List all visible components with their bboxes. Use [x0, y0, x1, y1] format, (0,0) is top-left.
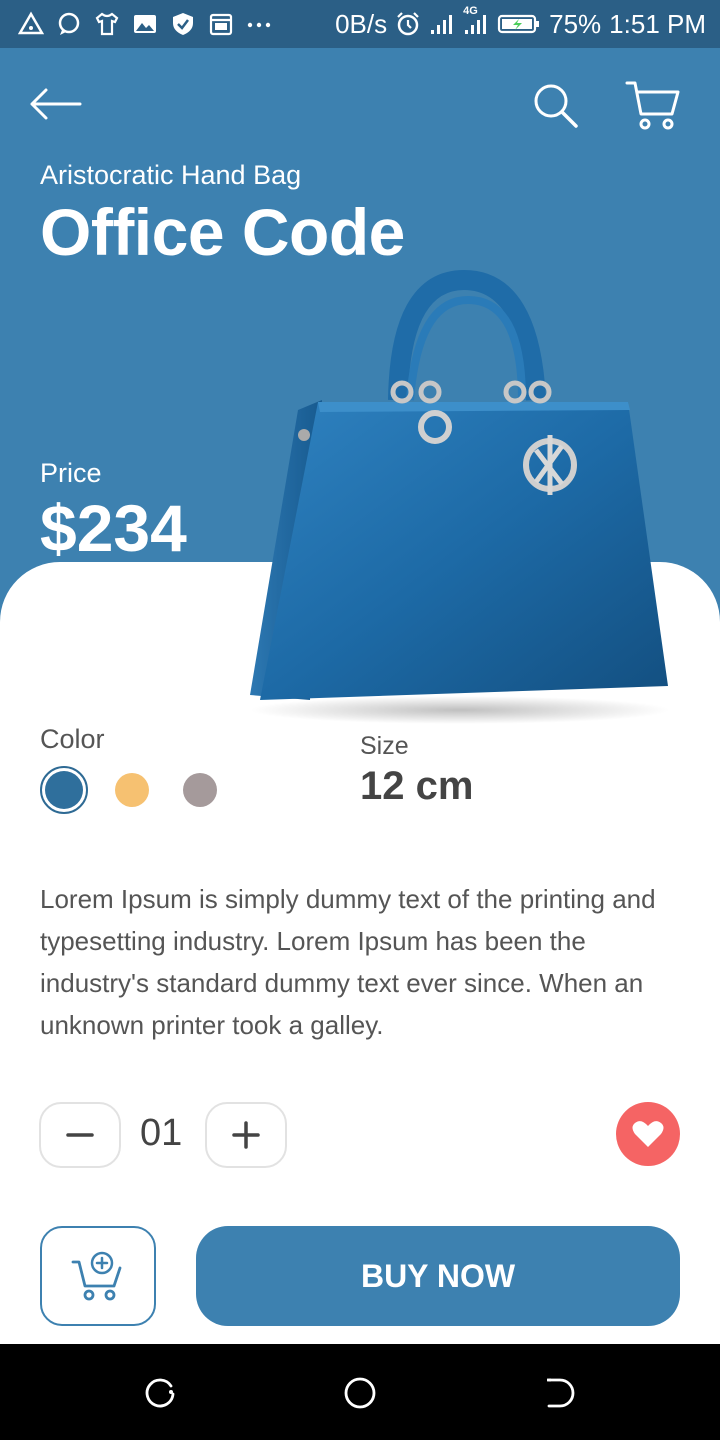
product-title: Office Code — [40, 195, 405, 269]
warning-icon — [17, 11, 45, 37]
recents-button[interactable] — [143, 1376, 177, 1410]
signal-icon — [429, 11, 455, 37]
add-to-cart-button[interactable] — [40, 1226, 156, 1326]
signal-4g-icon: 4G — [463, 5, 489, 37]
cart-add-icon — [71, 1251, 122, 1301]
product-subtitle: Aristocratic Hand Bag — [40, 160, 302, 190]
more-icon — [246, 11, 272, 37]
color-swatch-blue[interactable] — [40, 766, 88, 814]
color-swatch-gray[interactable] — [183, 773, 217, 807]
search-icon — [534, 84, 578, 128]
minus-icon — [66, 1133, 94, 1137]
favorite-button[interactable] — [616, 1102, 680, 1166]
status-right: 0B/s 4G 75% 1:51 PM — [335, 5, 706, 40]
home-button[interactable] — [343, 1376, 377, 1410]
back-icon — [547, 1378, 575, 1408]
color-swatch-blue-fill — [45, 771, 83, 809]
calendar-icon — [208, 11, 234, 37]
image-icon — [132, 11, 158, 37]
color-swatches — [40, 766, 217, 814]
battery-icon — [497, 11, 541, 37]
size-value: 12 cm — [360, 764, 474, 808]
cart-button[interactable] — [624, 78, 682, 132]
network-speed: 0B/s — [335, 8, 388, 39]
shield-icon — [170, 11, 196, 37]
search-button[interactable] — [530, 80, 580, 130]
clock: 1:51 PM — [609, 8, 706, 39]
chat-icon — [56, 11, 82, 37]
back-nav-button[interactable] — [543, 1376, 577, 1410]
status-bar: 0B/s 4G 75% 1:51 PM — [0, 0, 720, 48]
alarm-icon — [395, 11, 421, 37]
network-type-badge: 4G — [463, 5, 478, 17]
buy-now-button[interactable]: BUY NOW — [196, 1226, 680, 1326]
cart-icon — [625, 81, 680, 130]
plus-icon — [232, 1121, 260, 1149]
status-left — [17, 11, 272, 37]
price-value: $234 — [40, 491, 187, 565]
recents-icon — [145, 1378, 175, 1408]
quantity-decrease-button[interactable] — [39, 1102, 121, 1168]
color-label: Color — [40, 724, 105, 754]
home-icon — [344, 1377, 376, 1409]
price-label: Price — [40, 458, 102, 488]
handbag-image — [250, 270, 670, 724]
quantity-value: 01 — [140, 1112, 183, 1154]
color-swatch-yellow[interactable] — [115, 773, 149, 807]
size-label: Size — [360, 732, 409, 760]
back-button[interactable] — [26, 84, 86, 124]
heart-icon — [632, 1121, 664, 1147]
battery-percent: 75% — [549, 8, 602, 39]
system-nav-bar — [0, 1344, 720, 1440]
shirt-icon — [94, 11, 120, 37]
product-description: Lorem Ipsum is simply dummy text of the … — [40, 884, 656, 1040]
quantity-increase-button[interactable] — [205, 1102, 287, 1168]
arrow-left-icon — [30, 88, 82, 120]
